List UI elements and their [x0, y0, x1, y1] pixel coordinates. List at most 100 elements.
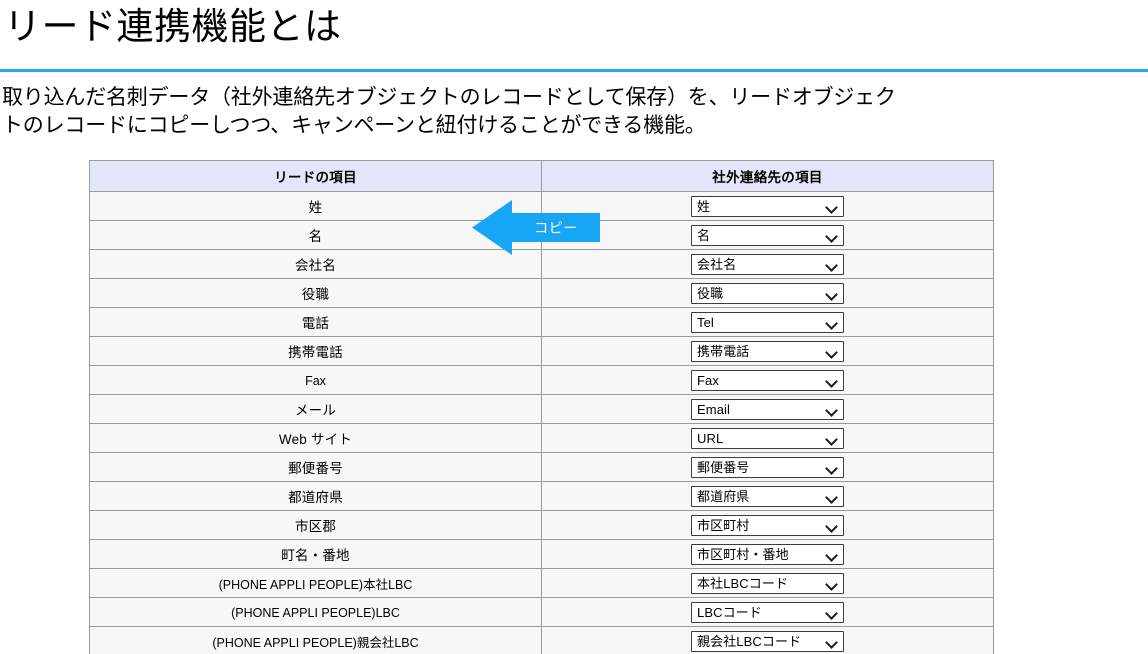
chevron-down-icon [826, 374, 839, 387]
contact-field-select[interactable]: 本社LBCコード [691, 572, 844, 594]
contact-field-cell: 郵便番号 [541, 452, 994, 482]
table-row: 都道府県 都道府県 [89, 481, 994, 511]
table-row: (PHONE APPLI PEOPLE)親会社LBC 親会社LBCコード [89, 626, 994, 654]
table-row: (PHONE APPLI PEOPLE)本社LBC 本社LBCコード [89, 568, 994, 598]
contact-field-select-value: Email [697, 401, 731, 417]
contact-field-select[interactable]: 会社名 [691, 253, 844, 275]
contact-field-select-value: 役職 [697, 285, 724, 301]
contact-field-select[interactable]: Tel [691, 311, 844, 333]
contact-field-select[interactable]: 名 [691, 224, 844, 246]
contact-field-cell: 本社LBCコード [541, 568, 994, 598]
lead-field-label: 携帯電話 [288, 345, 343, 360]
lead-field-cell: (PHONE APPLI PEOPLE)親会社LBC [89, 626, 542, 654]
column-header-contact-field: 社外連絡先の項目 [541, 160, 994, 192]
contact-field-cell: 役職 [541, 278, 994, 308]
title-divider [0, 69, 1148, 72]
chevron-down-icon [826, 606, 839, 619]
lead-field-label: (PHONE APPLI PEOPLE)本社LBC [218, 577, 413, 592]
contact-field-select[interactable]: Email [691, 398, 844, 420]
lead-field-label: メール [294, 403, 337, 418]
contact-field-cell: Fax [541, 365, 994, 395]
contact-field-select-value: 姓 [697, 198, 711, 214]
lead-field-label: 電話 [301, 316, 330, 331]
contact-field-select-value: URL [697, 430, 724, 446]
chevron-down-icon [826, 403, 839, 416]
chevron-down-icon [826, 635, 839, 648]
chevron-down-icon [826, 200, 839, 213]
table-row: 会社名 会社名 [89, 249, 994, 279]
contact-field-cell: 姓 [541, 191, 994, 221]
contact-field-select[interactable]: 市区町村 [691, 514, 844, 536]
lead-field-label: Fax [305, 373, 326, 388]
contact-field-select-value: 携帯電話 [697, 343, 750, 359]
lead-field-cell: 郵便番号 [89, 452, 542, 482]
chevron-down-icon [826, 432, 839, 445]
contact-field-select-value: 都道府県 [697, 488, 750, 504]
contact-field-cell: Email [541, 394, 994, 424]
contact-field-select-value: Fax [697, 372, 719, 388]
contact-field-select[interactable]: 親会社LBCコード [691, 630, 844, 652]
table-row: Fax Fax [89, 365, 994, 395]
lead-field-label: 町名・番地 [281, 548, 350, 563]
description-text: 取り込んだ名刺データ（社外連絡先オブジェクトのレコードとして保存）を、リードオブ… [2, 84, 1148, 140]
contact-field-cell: 携帯電話 [541, 336, 994, 366]
contact-field-select-value: 本社LBCコード [697, 575, 789, 591]
contact-field-cell: Tel [541, 307, 994, 337]
contact-field-select[interactable]: 携帯電話 [691, 340, 844, 362]
lead-field-label: Web サイト [278, 432, 353, 447]
contact-field-cell: 親会社LBCコード [541, 626, 994, 654]
page-title: リード連携機能とは [4, 6, 342, 47]
contact-field-select[interactable]: 役職 [691, 282, 844, 304]
contact-field-select-value: 会社名 [697, 256, 737, 272]
lead-field-cell: 電話 [89, 307, 542, 337]
chevron-down-icon [826, 316, 839, 329]
lead-field-cell: メール [89, 394, 542, 424]
contact-field-cell: LBCコード [541, 597, 994, 627]
table-row: 郵便番号 郵便番号 [89, 452, 994, 482]
lead-field-cell: 名 [89, 220, 542, 250]
chevron-down-icon [826, 258, 839, 271]
table-row: メール Email [89, 394, 994, 424]
chevron-down-icon [826, 548, 839, 561]
lead-field-cell: 市区郡 [89, 510, 542, 540]
table-row: 役職 役職 [89, 278, 994, 308]
lead-field-label: 市区郡 [294, 519, 337, 534]
contact-field-cell: 会社名 [541, 249, 994, 279]
description-line-1: 取り込んだ名刺データ（社外連絡先オブジェクトのレコードとして保存）を、リードオブ… [2, 86, 896, 109]
lead-field-cell: 携帯電話 [89, 336, 542, 366]
chevron-down-icon [826, 287, 839, 300]
chevron-down-icon [826, 345, 839, 358]
lead-field-cell: Web サイト [89, 423, 542, 453]
lead-field-cell: 役職 [89, 278, 542, 308]
contact-field-select-value: 親会社LBCコード [697, 633, 802, 649]
table-row: 名名 [89, 220, 994, 250]
contact-field-select-value: 名 [697, 227, 711, 243]
lead-field-cell: Fax [89, 365, 542, 395]
lead-field-label: 都道府県 [288, 490, 343, 505]
contact-field-select[interactable]: 都道府県 [691, 485, 844, 507]
contact-field-select[interactable]: Fax [691, 369, 844, 391]
lead-field-cell: 姓 [89, 191, 542, 221]
contact-field-select[interactable]: 市区町村・番地 [691, 543, 844, 565]
lead-field-label: 郵便番号 [288, 461, 343, 476]
contact-field-select-value: LBCコード [697, 604, 762, 620]
table-header-row: リードの項目 社外連絡先の項目 [89, 160, 994, 192]
table-row: 姓姓 [89, 191, 994, 221]
slide-canvas: リード連携機能とは 取り込んだ名刺データ（社外連絡先オブジェクトのレコードとして… [0, 0, 1148, 654]
chevron-down-icon [826, 577, 839, 590]
contact-field-select[interactable]: URL [691, 427, 844, 449]
contact-field-cell: URL [541, 423, 994, 453]
contact-field-select[interactable]: 郵便番号 [691, 456, 844, 478]
lead-field-label: 名 [308, 229, 323, 244]
table-row: Web サイト URL [89, 423, 994, 453]
chevron-down-icon [826, 461, 839, 474]
contact-field-cell: 市区町村 [541, 510, 994, 540]
chevron-down-icon [826, 519, 839, 532]
chevron-down-icon [826, 229, 839, 242]
contact-field-select-value: 市区町村・番地 [697, 546, 789, 562]
table-row: 電話 Tel [89, 307, 994, 337]
contact-field-select[interactable]: 姓 [691, 195, 844, 217]
lead-field-cell: 町名・番地 [89, 539, 542, 569]
contact-field-select[interactable]: LBCコード [691, 601, 844, 623]
table-row: 携帯電話 携帯電話 [89, 336, 994, 366]
